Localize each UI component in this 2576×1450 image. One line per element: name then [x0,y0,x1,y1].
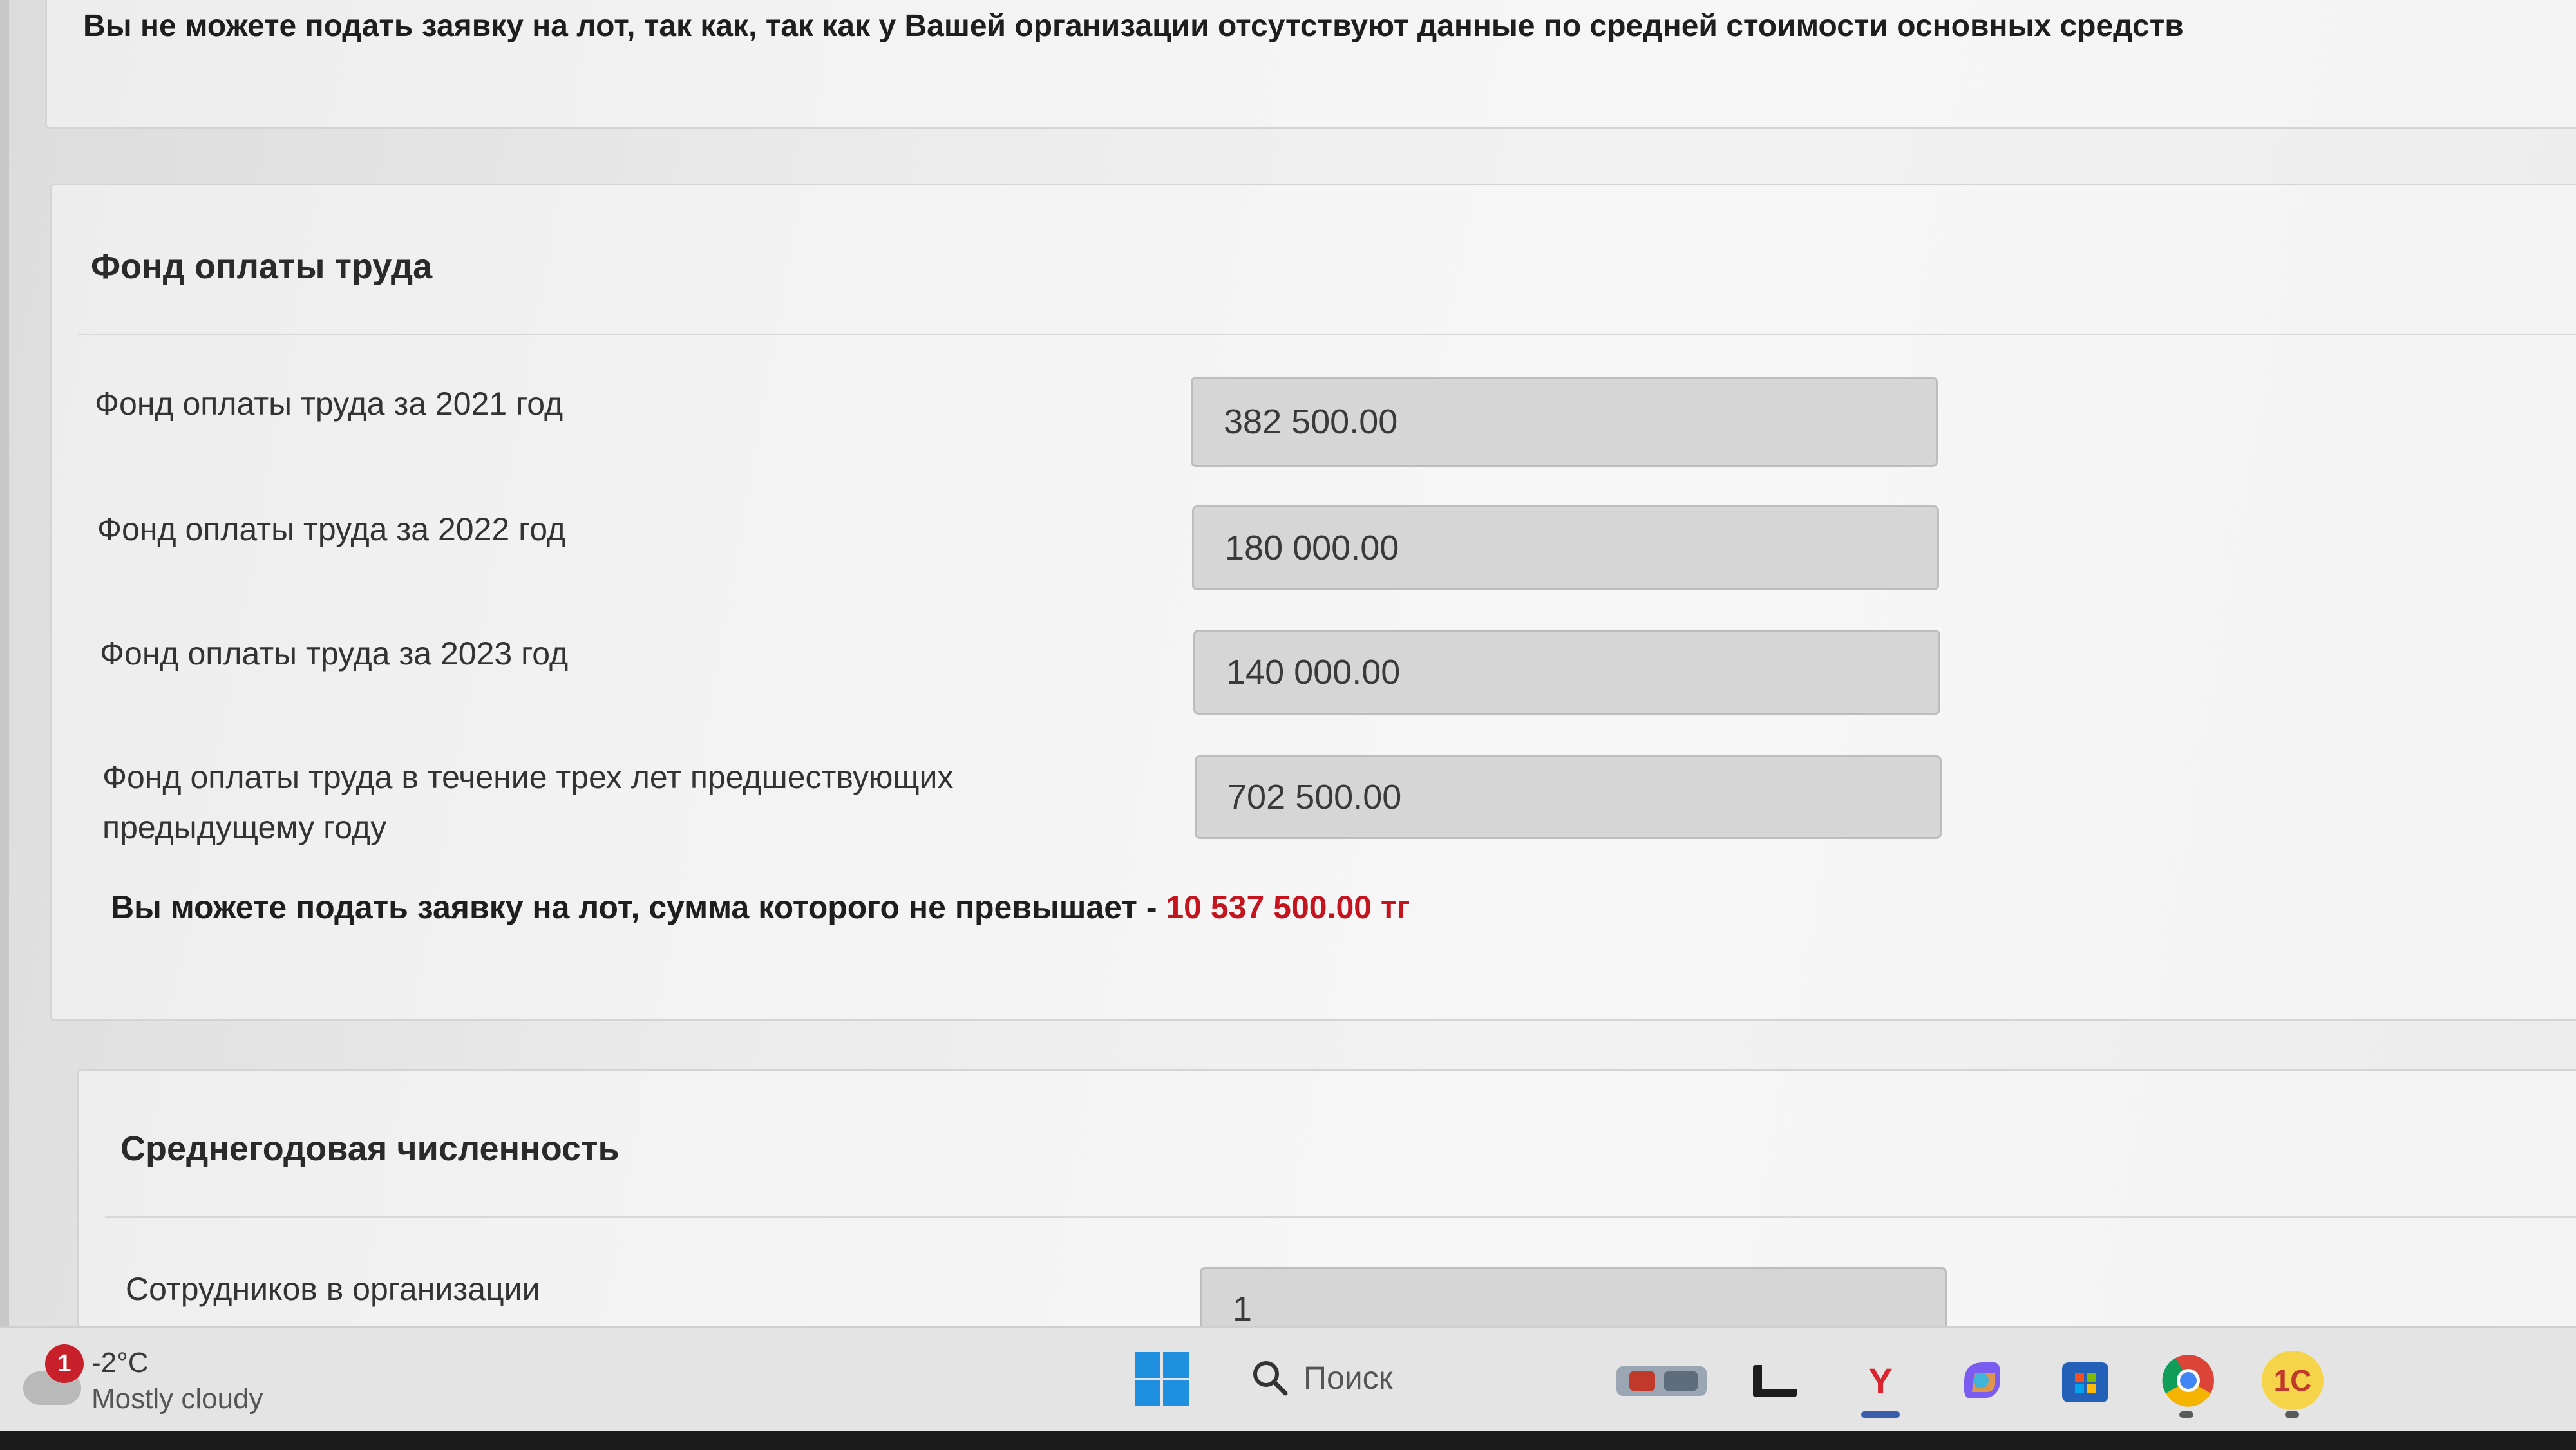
field-input-2021[interactable]: 382 500.00 [1191,377,1938,467]
field-input-2022[interactable]: 180 000.00 [1192,505,1939,590]
yandex-browser-icon[interactable]: Y [1850,1351,1911,1410]
warning-message: Вы не можете подать заявку на лот, так к… [83,9,2184,43]
taskbar-search[interactable]: Поиск [1236,1352,1597,1406]
field-input-employees[interactable]: 1 [1200,1267,1947,1326]
chrome-icon[interactable] [2157,1351,2219,1410]
weather-widget[interactable]: 1 -2°C Mostly cloudy [19,1339,316,1417]
active-app-indicator [1861,1411,1900,1418]
warning-card: Вы не можете подать заявку на лот, так к… [45,0,2576,129]
running-app-indicator [2179,1411,2193,1418]
lot-limit-text: Вы можете подать заявку на лот, сумма ко… [111,889,1166,925]
field-label-2021: Фонд оплаты труда за 2021 год [95,386,564,422]
copilot-icon[interactable] [1951,1351,2013,1410]
microsoft-store-icon[interactable] [2054,1351,2116,1410]
page-content: Вы не можете подать заявку на лот, так к… [0,0,2576,1326]
average-headcount-card: Среднегодовая численность Сотрудников в … [77,1069,2576,1326]
left-edge-strip [0,0,9,1326]
field-label-2023: Фонд оплаты труда за 2023 год [100,636,569,672]
weather-description: Mostly cloudy [91,1383,263,1415]
field-label-employees: Сотрудников в организации [126,1271,540,1307]
field-input-2023[interactable]: 140 000.00 [1193,630,1940,715]
section-title-headcount: Среднегодовая численность [120,1129,620,1168]
file-explorer-icon[interactable] [1744,1351,1806,1410]
search-icon [1253,1361,1288,1396]
lot-limit-message: Вы можете подать заявку на лот, сумма ко… [111,889,1410,926]
news-widget-icon[interactable] [1610,1351,1713,1410]
search-placeholder: Поиск [1303,1360,1393,1396]
running-app-indicator [2285,1411,2299,1418]
field-label-three-years: Фонд оплаты труда в течение трех лет пре… [102,759,954,845]
field-input-three-years[interactable]: 702 500.00 [1195,755,1942,839]
field-label-2022: Фонд оплаты труда за 2022 год [97,511,566,547]
section-divider [105,1216,2576,1218]
screen-bezel [0,1431,2576,1450]
1c-icon[interactable]: 1С [2262,1351,2324,1410]
section-title-payroll: Фонд оплаты труда [91,247,433,286]
notification-badge: 1 [45,1344,84,1383]
weather-temperature: -2°C [91,1347,149,1379]
lot-limit-amount: 10 537 500.00 тг [1166,889,1410,925]
section-divider [78,334,2576,335]
windows-start-icon[interactable] [1135,1352,1189,1406]
